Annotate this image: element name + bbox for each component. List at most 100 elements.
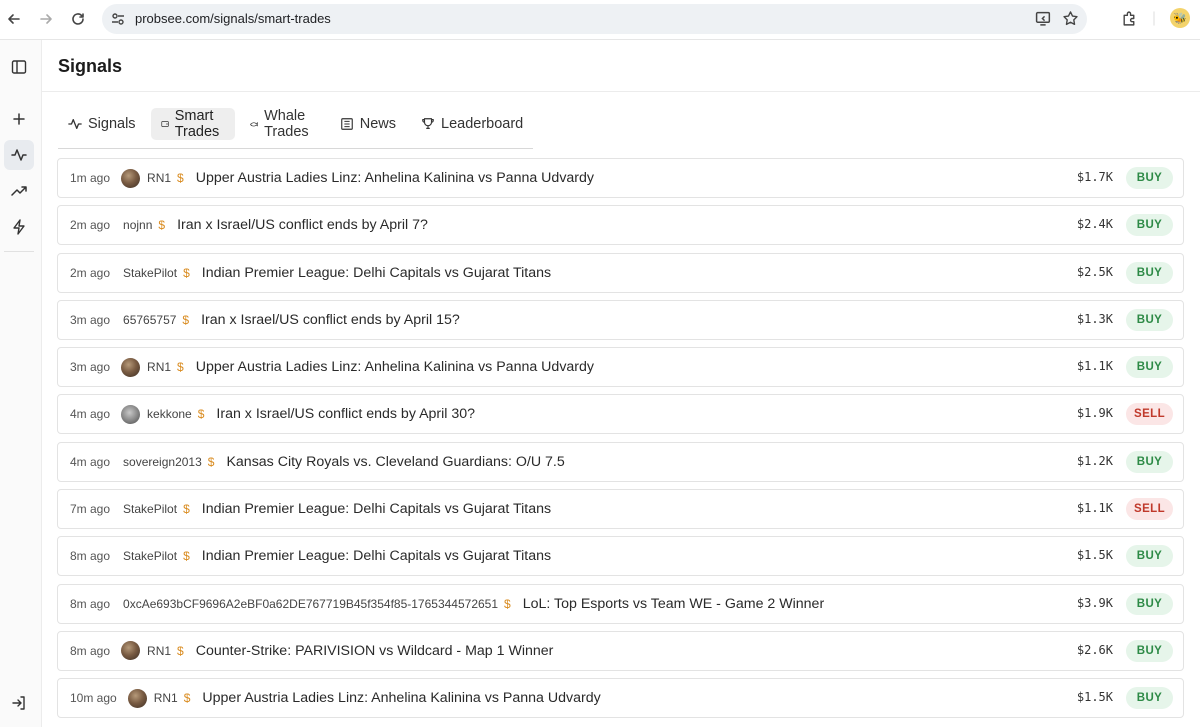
- trader-name-link[interactable]: StakePilot: [123, 549, 177, 563]
- extensions-icon[interactable]: [1121, 10, 1138, 27]
- market-title-link[interactable]: Indian Premier League: Delhi Capitals vs…: [202, 548, 551, 564]
- market-title-link[interactable]: Upper Austria Ladies Linz: Anhelina Kali…: [196, 170, 594, 186]
- url-text[interactable]: probsee.com/signals/smart-trades: [135, 11, 331, 26]
- back-button[interactable]: [0, 5, 28, 33]
- trade-row[interactable]: 2m ago nojnn $ Iran x Israel/US conflict en…: [57, 205, 1184, 246]
- market-title-link[interactable]: LoL: Top Esports vs Team WE - Game 2 Win…: [523, 596, 824, 612]
- trade-row[interactable]: 10m ago RN1 $ Upper Austria Ladies Linz: An…: [57, 678, 1184, 719]
- trade-row[interactable]: 8m ago StakePilot $ Indian Premier League: …: [57, 536, 1184, 577]
- sidebar-panel-icon: [11, 60, 27, 74]
- tab-bar: Signals Smart Trades Whale Trades News L…: [58, 108, 533, 149]
- tab-whale-trades[interactable]: Whale Trades: [240, 108, 325, 140]
- sidebar-item-flash[interactable]: [4, 212, 34, 242]
- trader-name-link[interactable]: RN1: [147, 171, 171, 185]
- main-content: Signals Signals Smart Trades Whale Trade…: [42, 40, 1200, 727]
- trade-list: 1m ago RN1 $ Upper Austria Ladies Linz: Anh…: [57, 158, 1184, 726]
- sidebar-divider: [4, 251, 34, 252]
- add-button[interactable]: [4, 104, 34, 134]
- trade-row[interactable]: 3m ago RN1 $ Upper Austria Ladies Linz: Anh…: [57, 347, 1184, 388]
- market-title-link[interactable]: Iran x Israel/US conflict ends by April …: [177, 217, 428, 233]
- market-title-link[interactable]: Iran x Israel/US conflict ends by April …: [216, 406, 475, 422]
- side-badge: BUY: [1126, 308, 1173, 331]
- trade-amount: $1.9K: [1076, 406, 1113, 421]
- market-title-link[interactable]: Kansas City Royals vs. Cleveland Guardia…: [226, 454, 564, 470]
- dollar-icon: $: [183, 265, 190, 280]
- install-app-icon[interactable]: [1035, 10, 1052, 27]
- trader-name-link[interactable]: StakePilot: [123, 266, 177, 280]
- trade-time: 8m ago: [70, 596, 111, 611]
- toggle-sidebar-button[interactable]: [4, 52, 34, 82]
- trader-name-link[interactable]: RN1: [147, 360, 171, 374]
- trade-amount: $1.5K: [1076, 690, 1113, 705]
- trade-amount: $3.9K: [1076, 595, 1113, 610]
- user-avatar: [121, 641, 141, 661]
- trade-row[interactable]: 8m ago 0xcAe693bCF9696A2eBF0a62DE767719B4…: [57, 583, 1184, 624]
- trade-row[interactable]: 4m ago kekkone $ Iran x Israel/US conflict …: [57, 394, 1184, 435]
- arrow-left-icon: [8, 14, 20, 24]
- forward-button[interactable]: [32, 5, 60, 33]
- profile-avatar[interactable]: 🐝: [1170, 8, 1190, 28]
- tab-smart-trades[interactable]: Smart Trades: [150, 108, 236, 140]
- trade-time: 7m ago: [70, 502, 111, 517]
- trader-name-link[interactable]: RN1: [154, 691, 178, 705]
- side-badge: SELL: [1126, 403, 1173, 426]
- user-avatar: [121, 404, 141, 424]
- trader-name-link[interactable]: kekkone: [147, 407, 192, 421]
- trade-row[interactable]: 4m ago sovereign2013 $ Kansas City Royals v…: [57, 441, 1184, 482]
- sign-in-icon: [12, 696, 25, 710]
- reload-button[interactable]: [64, 5, 92, 33]
- trade-time: 4m ago: [70, 454, 111, 469]
- trader-name-link[interactable]: nojnn: [123, 218, 152, 232]
- divider-icon: [1153, 11, 1155, 25]
- trader-name-link[interactable]: StakePilot: [123, 502, 177, 516]
- newspaper-icon: [340, 118, 353, 130]
- trader-name-link[interactable]: RN1: [147, 644, 171, 658]
- trader-name-link[interactable]: 65765757: [123, 313, 176, 327]
- market-title-link[interactable]: Indian Premier League: Delhi Capitals vs…: [202, 265, 551, 281]
- tab-leaderboard[interactable]: Leaderboard: [411, 108, 533, 140]
- login-button[interactable]: [4, 688, 34, 718]
- trade-amount: $2.4K: [1076, 217, 1113, 232]
- activity-icon: [11, 149, 27, 161]
- tab-label: Leaderboard: [441, 116, 524, 132]
- tab-news[interactable]: News: [330, 108, 406, 140]
- side-badge: BUY: [1126, 261, 1173, 284]
- address-bar[interactable]: probsee.com/signals/smart-trades: [102, 4, 1087, 34]
- market-title-link[interactable]: Counter-Strike: PARIVISION vs Wildcard -…: [196, 643, 554, 659]
- market-title-link[interactable]: Upper Austria Ladies Linz: Anhelina Kali…: [202, 690, 600, 706]
- dollar-icon: $: [158, 218, 166, 233]
- trade-row[interactable]: 7m ago StakePilot $ Indian Premier League: …: [57, 489, 1184, 530]
- trade-amount: $2.5K: [1076, 264, 1113, 279]
- trade-amount: $2.6K: [1076, 642, 1113, 657]
- trade-time: 2m ago: [70, 218, 111, 233]
- market-title-link[interactable]: Upper Austria Ladies Linz: Anhelina Kali…: [196, 359, 594, 375]
- tab-signals[interactable]: Signals: [58, 108, 146, 140]
- dollar-icon: $: [177, 171, 184, 185]
- market-title-link[interactable]: Iran x Israel/US conflict ends by April …: [201, 312, 460, 328]
- dollar-icon: $: [183, 691, 191, 706]
- sidebar: [0, 40, 42, 727]
- site-settings-icon[interactable]: [110, 11, 126, 27]
- trade-row[interactable]: 3m ago 65765757 $ Iran x Israel/US conflict…: [57, 299, 1184, 340]
- browser-toolbar: probsee.com/signals/smart-trades 🐝: [0, 0, 1200, 40]
- trade-time: 8m ago: [70, 549, 111, 564]
- tab-label: Signals: [88, 116, 136, 132]
- sidebar-item-trending[interactable]: [4, 176, 34, 206]
- bookmark-star-icon[interactable]: [1062, 10, 1079, 27]
- page-header: Signals: [42, 40, 1200, 92]
- trade-time: 3m ago: [70, 360, 111, 375]
- trade-row[interactable]: 8m ago RN1 $ Counter-Strike: PARIVISION vs …: [57, 630, 1184, 671]
- dollar-icon: $: [177, 643, 184, 658]
- market-title-link[interactable]: Indian Premier League: Delhi Capitals vs…: [202, 501, 551, 517]
- trade-row[interactable]: 1m ago RN1 $ Upper Austria Ladies Linz: Anh…: [57, 158, 1184, 198]
- trade-row[interactable]: 2m ago StakePilot $ Indian Premier League: …: [57, 252, 1184, 293]
- trade-time: 1m ago: [70, 171, 111, 185]
- user-avatar: [121, 168, 141, 188]
- sidebar-item-signals[interactable]: [4, 140, 34, 170]
- side-badge: BUY: [1126, 592, 1173, 615]
- trader-name-link[interactable]: 0xcAe693bCF9696A2eBF0a62DE767719B45f354f…: [123, 597, 498, 611]
- trader-name-link[interactable]: sovereign2013: [123, 455, 202, 469]
- side-badge: BUY: [1126, 639, 1173, 662]
- side-badge: BUY: [1126, 450, 1173, 473]
- page-title: Signals: [58, 56, 123, 76]
